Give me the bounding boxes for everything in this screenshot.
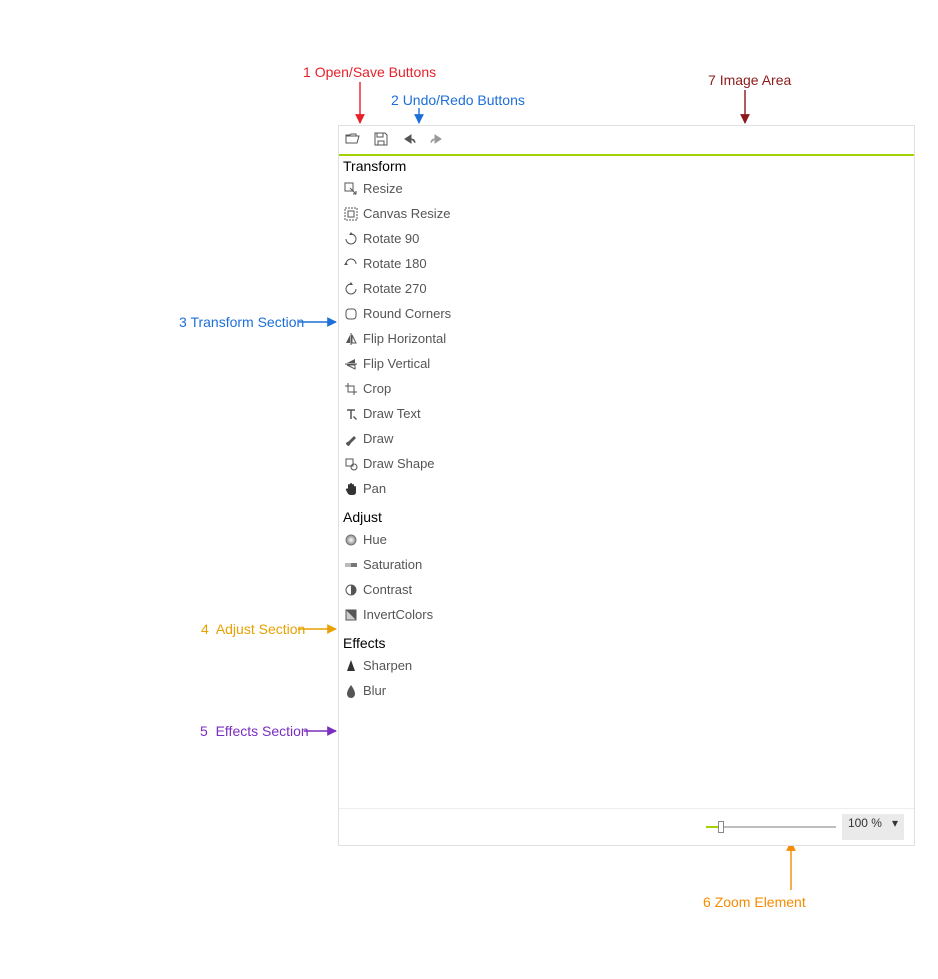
zoom-value: 100 % [848, 816, 882, 830]
transform-item-draw-shape[interactable]: Draw Shape [343, 451, 547, 476]
adjust-item-invert[interactable]: InvertColors [343, 602, 547, 627]
item-label: Draw [363, 431, 393, 446]
item-label: Hue [363, 532, 387, 547]
text-icon [343, 406, 359, 422]
transform-item-rotate-180[interactable]: Rotate 180 [343, 251, 547, 276]
item-label: InvertColors [363, 607, 433, 622]
flip-horizontal-icon [343, 331, 359, 347]
flip-vertical-icon [343, 356, 359, 372]
annotation-open-save: 1 Open/Save Buttons [303, 64, 436, 80]
item-label: Contrast [363, 582, 412, 597]
resize-icon [343, 181, 359, 197]
transform-item-flip-horizontal[interactable]: Flip Horizontal [343, 326, 547, 351]
rotate-90-icon [343, 231, 359, 247]
item-label: Draw Shape [363, 456, 435, 471]
adjust-item-hue[interactable]: Hue [343, 527, 547, 552]
open-button[interactable] [339, 126, 367, 154]
sharpen-icon [343, 658, 359, 674]
image-editor-app: Transform Resize Canvas Resize Rotate 90 [338, 125, 915, 846]
zoom-control: 100 % ▾ [706, 814, 904, 840]
item-label: Pan [363, 481, 386, 496]
footer: 100 % ▾ [339, 808, 914, 845]
save-button[interactable] [367, 126, 395, 154]
adjust-title: Adjust [343, 509, 547, 525]
annotation-effects: 5 Effects Section [200, 723, 309, 739]
annotation-zoom: 6 Zoom Element [703, 894, 806, 910]
transform-title: Transform [343, 158, 547, 174]
transform-item-draw-text[interactable]: Draw Text [343, 401, 547, 426]
item-label: Crop [363, 381, 391, 396]
transform-item-pan[interactable]: Pan [343, 476, 547, 501]
rotate-180-icon [343, 256, 359, 272]
invert-icon [343, 607, 359, 623]
crop-icon [343, 381, 359, 397]
redo-icon [429, 131, 445, 150]
transform-section: Transform Resize Canvas Resize Rotate 90 [339, 156, 551, 507]
transform-item-crop[interactable]: Crop [343, 376, 547, 401]
item-label: Flip Vertical [363, 356, 430, 371]
zoom-slider-thumb[interactable] [718, 821, 724, 833]
item-label: Round Corners [363, 306, 451, 321]
transform-item-rotate-90[interactable]: Rotate 90 [343, 226, 547, 251]
image-area[interactable] [551, 156, 914, 808]
toolbar-group-open-save [339, 126, 395, 154]
pan-hand-icon [343, 481, 359, 497]
redo-button[interactable] [423, 126, 451, 154]
item-label: Resize [363, 181, 403, 196]
toolbar-group-undo-redo [395, 126, 451, 154]
effects-title: Effects [343, 635, 547, 651]
adjust-item-saturation[interactable]: Saturation [343, 552, 547, 577]
annotation-undo-redo: 2 Undo/Redo Buttons [391, 92, 525, 108]
rotate-270-icon [343, 281, 359, 297]
effects-section: Effects Sharpen Blur [339, 633, 551, 709]
adjust-section: Adjust Hue Saturation Contrast [339, 507, 551, 633]
transform-item-flip-vertical[interactable]: Flip Vertical [343, 351, 547, 376]
item-label: Sharpen [363, 658, 412, 673]
transform-item-draw[interactable]: Draw [343, 426, 547, 451]
item-label: Draw Text [363, 406, 421, 421]
effects-item-blur[interactable]: Blur [343, 678, 547, 703]
item-label: Flip Horizontal [363, 331, 446, 346]
annotation-adjust: 4 Adjust Section [201, 621, 305, 637]
undo-icon [401, 131, 417, 150]
adjust-item-contrast[interactable]: Contrast [343, 577, 547, 602]
transform-item-canvas-resize[interactable]: Canvas Resize [343, 201, 547, 226]
toolbar [339, 126, 914, 156]
transform-item-round-corners[interactable]: Round Corners [343, 301, 547, 326]
item-label: Rotate 180 [363, 256, 427, 271]
item-label: Rotate 270 [363, 281, 427, 296]
save-icon [373, 131, 389, 150]
annotation-image-area: 7 Image Area [708, 72, 791, 88]
saturation-icon [343, 557, 359, 573]
round-corners-icon [343, 306, 359, 322]
zoom-slider[interactable] [706, 820, 836, 834]
item-label: Rotate 90 [363, 231, 419, 246]
shape-icon [343, 456, 359, 472]
hue-icon [343, 532, 359, 548]
sidebar: Transform Resize Canvas Resize Rotate 90 [339, 156, 551, 709]
item-label: Blur [363, 683, 386, 698]
transform-item-resize[interactable]: Resize [343, 176, 547, 201]
transform-item-rotate-270[interactable]: Rotate 270 [343, 276, 547, 301]
contrast-icon [343, 582, 359, 598]
item-label: Canvas Resize [363, 206, 450, 221]
folder-open-icon [345, 131, 361, 150]
undo-button[interactable] [395, 126, 423, 154]
effects-item-sharpen[interactable]: Sharpen [343, 653, 547, 678]
brush-icon [343, 431, 359, 447]
item-label: Saturation [363, 557, 422, 572]
canvas-resize-icon [343, 206, 359, 222]
blur-icon [343, 683, 359, 699]
annotation-transform: 3 Transform Section [179, 314, 304, 330]
zoom-select[interactable]: 100 % ▾ [842, 814, 904, 840]
